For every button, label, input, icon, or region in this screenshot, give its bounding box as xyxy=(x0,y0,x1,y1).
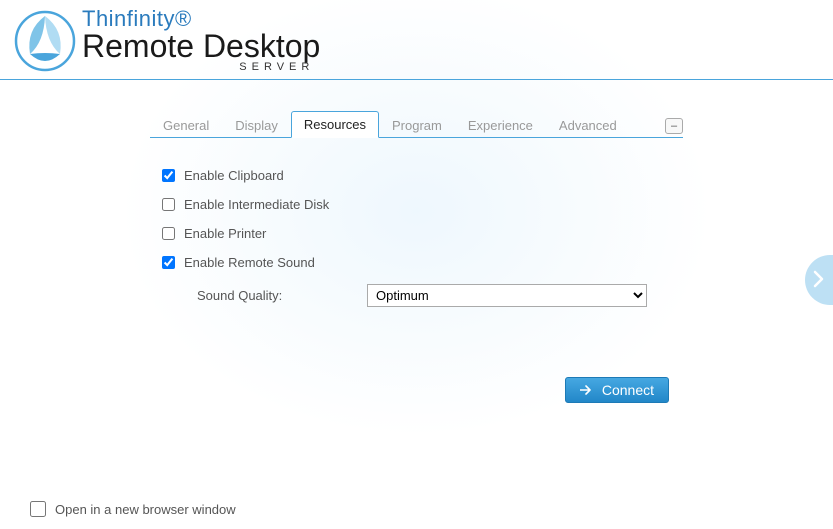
collapse-button[interactable]: – xyxy=(665,118,683,134)
printer-row: Enable Printer xyxy=(162,226,671,241)
sound-label: Enable Remote Sound xyxy=(184,255,315,270)
printer-label: Enable Printer xyxy=(184,226,266,241)
tab-content: Enable Clipboard Enable Intermediate Dis… xyxy=(150,138,683,403)
sound-quality-label: Sound Quality: xyxy=(197,288,367,303)
clipboard-label: Enable Clipboard xyxy=(184,168,284,183)
logo-edition: SERVER xyxy=(82,62,320,73)
connect-button[interactable]: Connect xyxy=(565,377,669,403)
footer-row: Open in a new browser window xyxy=(30,501,236,517)
tabs-row: General Display Resources Program Experi… xyxy=(150,110,683,138)
sound-quality-row: Sound Quality: Optimum xyxy=(162,284,671,307)
tab-experience[interactable]: Experience xyxy=(455,112,546,138)
tab-program[interactable]: Program xyxy=(379,112,455,138)
disk-checkbox[interactable] xyxy=(162,198,175,211)
sound-checkbox[interactable] xyxy=(162,256,175,269)
sound-row: Enable Remote Sound xyxy=(162,255,671,270)
arrow-right-icon xyxy=(580,382,594,398)
sound-quality-select[interactable]: Optimum xyxy=(367,284,647,307)
disk-row: Enable Intermediate Disk xyxy=(162,197,671,212)
new-window-label: Open in a new browser window xyxy=(55,502,236,517)
clipboard-row: Enable Clipboard xyxy=(162,168,671,183)
main-panel: General Display Resources Program Experi… xyxy=(0,80,833,403)
chevron-right-icon xyxy=(813,270,825,291)
disk-label: Enable Intermediate Disk xyxy=(184,197,329,212)
connect-label: Connect xyxy=(602,382,654,398)
new-window-checkbox[interactable] xyxy=(30,501,46,517)
logo-brand: Thinfinity® xyxy=(82,8,320,30)
logo: Thinfinity® Remote Desktop SERVER xyxy=(14,8,819,73)
tab-display[interactable]: Display xyxy=(222,112,291,138)
logo-text: Thinfinity® Remote Desktop SERVER xyxy=(82,8,320,73)
header: Thinfinity® Remote Desktop SERVER xyxy=(0,0,833,73)
button-row: Connect xyxy=(162,377,671,403)
logo-product: Remote Desktop xyxy=(82,30,320,62)
tab-advanced[interactable]: Advanced xyxy=(546,112,630,138)
printer-checkbox[interactable] xyxy=(162,227,175,240)
tab-resources[interactable]: Resources xyxy=(291,111,379,138)
tab-general[interactable]: General xyxy=(150,112,222,138)
logo-icon xyxy=(14,10,76,72)
clipboard-checkbox[interactable] xyxy=(162,169,175,182)
